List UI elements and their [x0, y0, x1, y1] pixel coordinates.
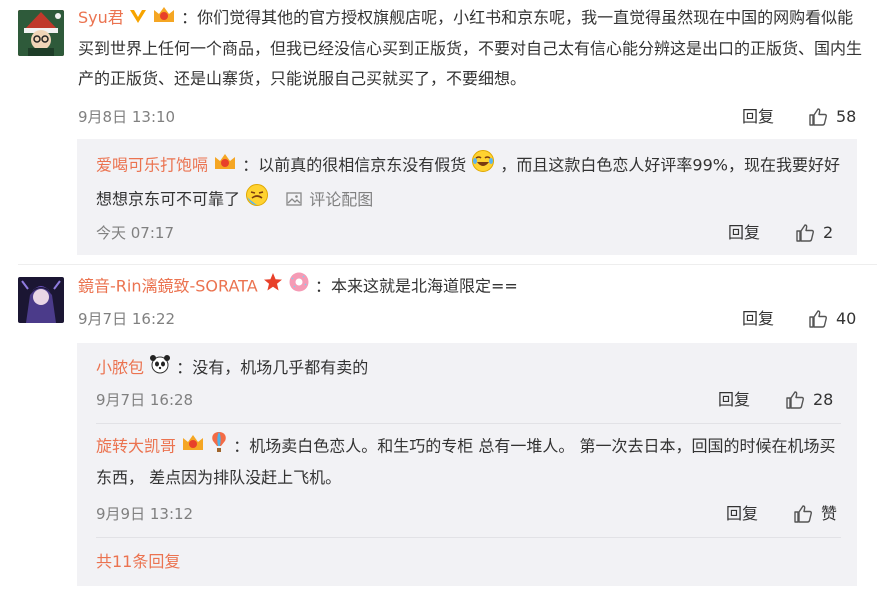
comment-time: 9月8日 13:10 [78, 108, 176, 126]
comment-body: Syu君 ：你们觉得其他的官方授权旗舰店呢，小红书和京东呢，我一直觉得虽然现在中… [78, 3, 863, 94]
sub-reply-reply-button[interactable]: 回复 [726, 504, 758, 524]
comment-text: ：你们觉得其他的官方授权旗舰店呢，小红书和京东呢，我一直觉得虽然现在中国的网购看… [78, 8, 863, 88]
like-button[interactable]: 40 [808, 308, 856, 330]
sub-reply-reply-button[interactable]: 回复 [718, 390, 750, 410]
sub-reply-like-button[interactable]: 赞 [793, 503, 837, 525]
like-label: 赞 [821, 504, 838, 523]
sub-reply-body: 爱喝可乐打饱嗝 ：以前真的很相信京东没有假货 ，而且这款白色恋人好评率99%，现… [96, 149, 841, 217]
sub-reply-reply-button[interactable]: 回复 [728, 223, 760, 243]
sub-reply-text-2: ，而且这款白色恋人好评率99%，现在我要好好想想京东可不可靠了 [96, 155, 840, 209]
sub-reply-divider [96, 537, 841, 538]
sub-reply-like-button[interactable]: 28 [785, 389, 833, 411]
comment-body: 鏡音-Rin漓鏡致-SORATA ：本来这就是北海道限定== [78, 271, 863, 303]
sub-reply-box: 小脓包 ：没有，机场几乎都有卖的 9月7日 16:28 回复 28 旋转大凯哥 … [77, 343, 857, 586]
comment-picture-link[interactable]: 评论配图 [274, 190, 373, 209]
like-count: 40 [836, 309, 857, 328]
view-all-replies-link[interactable]: 共11条回复 [96, 551, 180, 573]
sub-reply-box: 爱喝可乐打饱嗝 ：以前真的很相信京东没有假货 ，而且这款白色恋人好评率99%，现… [77, 139, 857, 255]
like-count: 58 [836, 107, 857, 126]
avatar[interactable] [18, 10, 64, 56]
comment-picture-label: 评论配图 [309, 189, 374, 209]
avatar-icon [18, 277, 64, 323]
like-count: 2 [823, 223, 834, 242]
sub-reply-body: 小脓包 ：没有，机场几乎都有卖的 [96, 353, 841, 384]
comment-text: ：本来这就是北海道限定== [314, 276, 518, 296]
verified-v-icon [129, 4, 147, 34]
sub-reply-username[interactable]: 小脓包 [96, 358, 144, 377]
thumbs-up-icon [809, 108, 827, 126]
crying-face-emoji-icon [245, 183, 269, 217]
sub-reply-time: 今天 07:17 [96, 224, 174, 242]
donut-badge-icon [288, 271, 310, 303]
reply-button[interactable]: 回复 [742, 309, 774, 329]
thumbs-up-icon [786, 391, 804, 409]
comment-divider [18, 264, 877, 265]
sub-reply-username[interactable]: 旋转大凯哥 [96, 437, 176, 456]
avatar-icon [18, 10, 64, 56]
panda-badge-icon [149, 354, 171, 384]
member-badge-icon [152, 4, 176, 34]
sub-reply-text: ：机场卖白色恋人。和生巧的专柜 总有一堆人。 第一次去日本，回国的时候在机场买东… [96, 436, 836, 488]
avatar[interactable] [18, 277, 64, 323]
sub-reply-body: 旋转大凯哥 ：机场卖白色恋人。和生巧的专柜 总有一堆人。 第一次去日本，回国的时… [96, 431, 841, 493]
like-button[interactable]: 58 [808, 106, 856, 128]
sub-reply-like-button[interactable]: 2 [795, 222, 833, 244]
laughing-tears-emoji-icon [471, 149, 495, 183]
comment-time: 9月7日 16:22 [78, 310, 176, 328]
thumbs-up-icon [794, 505, 812, 523]
member-badge-icon [213, 151, 237, 181]
sub-reply-time: 9月7日 16:28 [96, 391, 194, 409]
sub-reply-divider [96, 423, 841, 424]
thumbs-up-icon [796, 224, 814, 242]
star-badge-icon [263, 272, 283, 302]
image-icon [286, 191, 302, 206]
like-count: 28 [813, 390, 834, 409]
username-link[interactable]: Syu君 [78, 8, 124, 27]
sub-reply-time: 9月9日 13:12 [96, 505, 194, 523]
username-link[interactable]: 鏡音-Rin漓鏡致-SORATA [78, 277, 258, 296]
hot-air-balloon-badge-icon [210, 431, 228, 463]
member-badge-icon [181, 432, 205, 462]
sub-reply-text-1: ：以前真的很相信京东没有假货 [242, 155, 467, 175]
thumbs-up-icon [809, 310, 827, 328]
sub-reply-username[interactable]: 爱喝可乐打饱嗝 [96, 156, 208, 175]
reply-button[interactable]: 回复 [742, 107, 774, 127]
sub-reply-text: ：没有，机场几乎都有卖的 [176, 358, 369, 377]
